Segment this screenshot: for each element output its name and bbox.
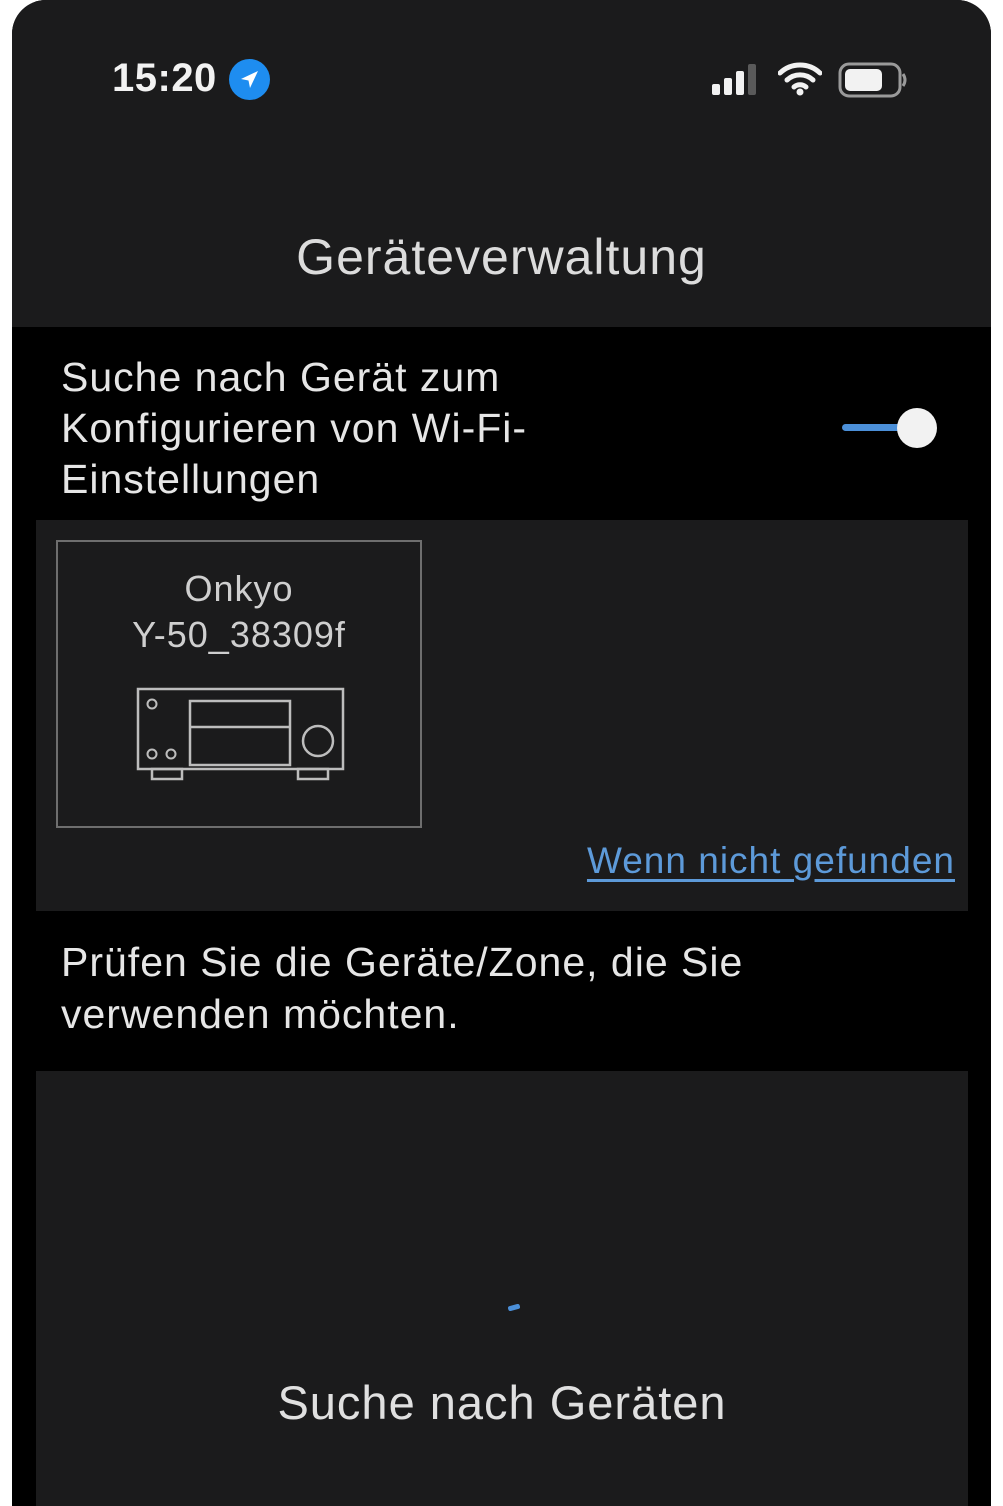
battery-icon xyxy=(838,62,907,98)
search-panel: Suche nach Geräten xyxy=(36,1071,968,1506)
page-title: Geräteverwaltung xyxy=(296,229,707,285)
device-card[interactable]: Onkyo Y-50_38309f xyxy=(56,540,422,828)
search-status-label: Suche nach Geräten xyxy=(277,1376,727,1429)
av-receiver-icon xyxy=(136,687,345,781)
device-model: Y-50_38309f xyxy=(132,614,346,655)
cellular-signal-icon xyxy=(712,64,756,95)
navigation-header: 15:20 Geräteverwaltung xyxy=(12,0,991,327)
location-arrow-icon xyxy=(229,59,270,100)
app-screen: 15:20 Geräteverwaltung Suche nach Gerät … xyxy=(12,0,991,1506)
toggle-knob xyxy=(897,408,937,448)
instruction-text: Prüfen Sie die Geräte/Zone, die Sie verw… xyxy=(61,939,744,1037)
status-time: 15:20 xyxy=(112,56,217,100)
loading-spinner-icon xyxy=(507,1303,521,1312)
wifi-setup-toggle[interactable] xyxy=(842,405,940,451)
not-found-link[interactable]: Wenn nicht gefunden xyxy=(587,840,955,882)
device-brand: Onkyo xyxy=(184,568,294,609)
wifi-setup-label: Suche nach Gerät zum Konfigurieren von W… xyxy=(61,354,528,502)
wifi-icon xyxy=(778,62,822,96)
